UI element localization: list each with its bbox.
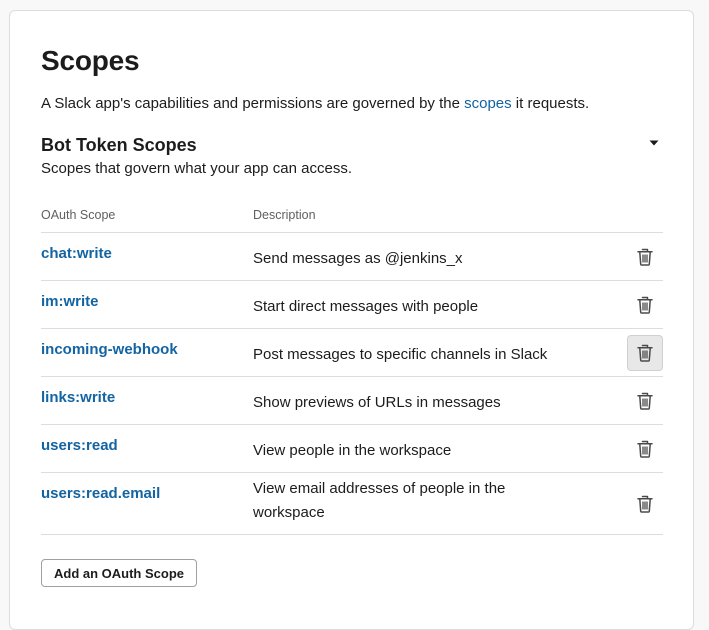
scope-name: incoming-webhook bbox=[41, 341, 178, 358]
scope-description: Start direct messages with people bbox=[253, 298, 479, 315]
trash-icon bbox=[637, 296, 653, 314]
remove-scope-button[interactable] bbox=[627, 239, 663, 275]
scope-name: chat:write bbox=[41, 245, 112, 262]
scope-row: chat:write Send messages as @jenkins_x bbox=[41, 232, 663, 280]
bot-token-scopes-title: Bot Token Scopes bbox=[41, 135, 197, 155]
scopes-table: chat:write Send messages as @jenkins_x im:… bbox=[41, 232, 663, 535]
trash-icon bbox=[637, 248, 653, 266]
scope-row: im:write Start direct messages with peopl… bbox=[41, 280, 663, 328]
column-header-oauth-scope: OAuth Scope bbox=[41, 208, 116, 222]
scope-name: users:read bbox=[41, 437, 118, 454]
scope-description: View people in the workspace bbox=[253, 442, 452, 459]
scopes-intro: A Slack app's capabilities and permissio… bbox=[41, 94, 589, 114]
scope-row: users:read View people in the workspace bbox=[41, 424, 663, 472]
scopes-link[interactable]: scopes bbox=[464, 95, 512, 112]
add-oauth-scope-button[interactable]: Add an OAuth Scope bbox=[41, 559, 197, 587]
scope-name: users:read.email bbox=[41, 485, 161, 502]
intro-text-start: A Slack app's capabilities and permissio… bbox=[41, 95, 465, 112]
bot-token-scopes-subtitle: Scopes that govern what your app can acc… bbox=[41, 160, 353, 177]
scope-row: links:write Show previews of URLs in mess… bbox=[41, 376, 663, 424]
intro-text-end: it requests. bbox=[511, 95, 590, 112]
column-header-description: Description bbox=[253, 208, 316, 222]
scope-row: users:read.email View email addresses of … bbox=[41, 472, 663, 535]
scope-name: links:write bbox=[41, 389, 116, 406]
scope-description: View email addresses of people in the wo… bbox=[253, 480, 506, 521]
trash-icon bbox=[637, 495, 653, 513]
scope-description: Show previews of URLs in messages bbox=[253, 394, 501, 411]
trash-icon bbox=[637, 344, 653, 362]
scope-row: incoming-webhook Post messages to specifi… bbox=[41, 328, 663, 376]
scope-description: Send messages as @jenkins_x bbox=[253, 250, 463, 267]
caret-down-icon[interactable] bbox=[648, 137, 660, 149]
remove-scope-button[interactable] bbox=[627, 383, 663, 419]
scopes-card: Scopes A Slack app's capabilities and pe… bbox=[9, 10, 694, 630]
scope-description: Post messages to specific channels in Sl… bbox=[253, 346, 548, 363]
trash-icon bbox=[637, 392, 653, 410]
remove-scope-button[interactable] bbox=[627, 287, 663, 323]
page-title: Scopes bbox=[41, 45, 140, 76]
remove-scope-button[interactable] bbox=[627, 335, 663, 371]
remove-scope-button[interactable] bbox=[627, 431, 663, 467]
trash-icon bbox=[637, 440, 653, 458]
scope-name: im:write bbox=[41, 293, 99, 310]
remove-scope-button[interactable] bbox=[627, 486, 663, 522]
